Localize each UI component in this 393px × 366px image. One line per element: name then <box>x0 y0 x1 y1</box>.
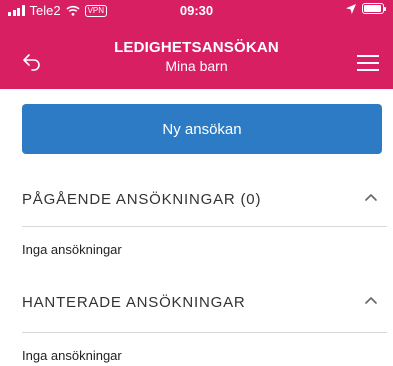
section-handled-header[interactable]: HANTERADE ANSÖKNINGAR <box>0 283 393 323</box>
section-handled-empty-text: Inga ansökningar <box>22 348 122 363</box>
status-bar: Tele2 VPN 09:30 <box>0 0 393 20</box>
chevron-up-icon[interactable] <box>364 193 378 203</box>
app-header: Tele2 VPN 09:30 LEDIGHETSANSÖKAN Mina ba… <box>0 0 393 89</box>
page-subtitle: Mina barn <box>165 58 228 74</box>
section-ongoing-empty-text: Inga ansökningar <box>22 242 122 257</box>
page-title: LEDIGHETSANSÖKAN <box>114 39 279 56</box>
battery-level <box>364 5 382 12</box>
status-time: 09:30 <box>179 3 214 18</box>
section-ongoing-header[interactable]: PÅGÅENDE ANSÖKNINGAR (0) <box>0 180 393 220</box>
hamburger-menu-icon[interactable] <box>357 55 379 71</box>
section-ongoing-divider <box>22 226 387 227</box>
section-handled-title: HANTERADE ANSÖKNINGAR <box>22 294 246 311</box>
chevron-up-icon[interactable] <box>364 296 378 306</box>
battery-icon <box>362 3 386 14</box>
section-handled-divider <box>22 332 387 333</box>
new-application-button[interactable]: Ny ansökan <box>22 104 382 154</box>
status-right <box>346 3 386 14</box>
section-ongoing-title: PÅGÅENDE ANSÖKNINGAR (0) <box>22 191 262 208</box>
location-arrow-icon <box>346 3 356 14</box>
